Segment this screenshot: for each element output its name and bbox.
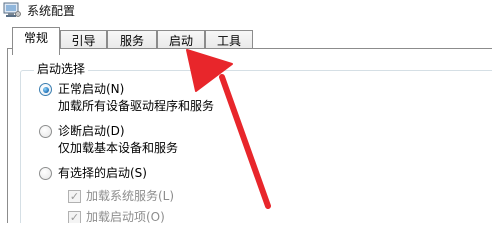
selective-startup-label[interactable]: 有选择的启动(S) — [58, 166, 147, 180]
load-system-services-label: 加载系统服务(L) — [86, 189, 175, 203]
normal-startup-radio[interactable] — [39, 83, 52, 96]
load-startup-items-label: 加载启动项(O) — [86, 210, 165, 223]
startup-selection-label: 启动选择 — [34, 62, 89, 76]
selective-startup-radio[interactable] — [39, 167, 52, 180]
window-title: 系统配置 — [27, 4, 76, 18]
tab-general[interactable]: 常规 — [12, 27, 60, 55]
load-system-services-checkbox[interactable]: ✓ — [68, 190, 81, 203]
normal-startup-label[interactable]: 正常启动(N) — [58, 82, 124, 96]
diagnostic-startup-radio[interactable] — [39, 125, 52, 138]
diagnostic-startup-description: 仅加载基本设备和服务 — [58, 141, 179, 155]
system-config-icon — [3, 2, 21, 17]
title-bar: 系统配置 — [0, 0, 492, 24]
normal-startup-description: 加载所有设备驱动程序和服务 — [58, 99, 215, 113]
system-configuration-window: 系统配置 常规 引导 服务 启动 工具 启动选择 正常启动(N) 加载所有设备驱… — [0, 0, 492, 223]
load-startup-items-checkbox[interactable]: ✓ — [68, 211, 81, 223]
diagnostic-startup-label[interactable]: 诊断启动(D) — [58, 124, 125, 138]
